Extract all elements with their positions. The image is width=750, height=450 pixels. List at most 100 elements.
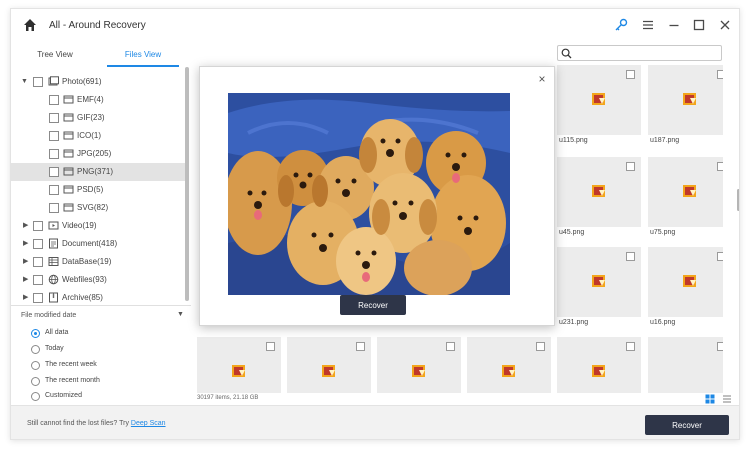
- expand-right-icon[interactable]: ▶: [23, 222, 31, 230]
- tree-item-database[interactable]: ▶ DataBase(19): [11, 253, 187, 271]
- file-thumbnail[interactable]: [287, 337, 371, 393]
- maximize-icon[interactable]: [691, 17, 707, 33]
- expand-right-icon[interactable]: ▶: [23, 258, 31, 266]
- tree-scrollbar[interactable]: [185, 67, 189, 301]
- file-thumbnail[interactable]: [648, 337, 723, 393]
- checkbox[interactable]: [356, 342, 365, 351]
- tree-item-video[interactable]: ▶ Video(19): [11, 217, 187, 235]
- file-thumbnail[interactable]: [648, 65, 723, 135]
- checkbox[interactable]: [49, 113, 59, 123]
- deep-scan-link[interactable]: Deep Scan: [131, 420, 166, 427]
- file-thumbnail[interactable]: [377, 337, 461, 393]
- expand-right-icon[interactable]: ▶: [23, 276, 31, 284]
- file-tile[interactable]: u231.png: [557, 247, 641, 331]
- tree-item-jpg[interactable]: JPG(205): [11, 145, 187, 163]
- close-icon[interactable]: ×: [536, 73, 548, 85]
- radio-button[interactable]: [31, 361, 40, 370]
- file-thumbnail[interactable]: [467, 337, 551, 393]
- checkbox[interactable]: [626, 252, 635, 261]
- tree-item-svg[interactable]: SVG(82): [11, 199, 187, 217]
- search-icon: [561, 48, 572, 59]
- file-thumbnail[interactable]: [557, 65, 641, 135]
- checkbox[interactable]: [49, 203, 59, 213]
- file-thumbnail[interactable]: [648, 157, 723, 227]
- checkbox[interactable]: [49, 185, 59, 195]
- expand-down-icon[interactable]: ▼: [21, 78, 29, 86]
- file-name: u115.png: [559, 137, 588, 144]
- file-thumbnail[interactable]: [557, 157, 641, 227]
- close-icon[interactable]: [717, 17, 733, 33]
- file-tile[interactable]: u187.png: [648, 65, 723, 149]
- checkbox[interactable]: [49, 95, 59, 105]
- checkbox[interactable]: [266, 342, 275, 351]
- home-icon[interactable]: [23, 18, 37, 32]
- file-thumbnail[interactable]: [557, 337, 641, 393]
- radio-button[interactable]: [31, 392, 40, 401]
- checkbox[interactable]: [626, 162, 635, 171]
- tree-item-document[interactable]: ▶ Document(418): [11, 235, 187, 253]
- checkbox[interactable]: [717, 70, 723, 79]
- file-tile[interactable]: [287, 337, 371, 393]
- radio-button[interactable]: [31, 329, 40, 338]
- file-thumbnail[interactable]: [557, 247, 641, 317]
- checkbox[interactable]: [49, 131, 59, 141]
- checkbox[interactable]: [626, 70, 635, 79]
- checkbox[interactable]: [33, 257, 43, 267]
- checkbox[interactable]: [33, 275, 43, 285]
- file-thumbnail[interactable]: [648, 247, 723, 317]
- tree-item-gif[interactable]: GIF(23): [11, 109, 187, 127]
- grid-scrollbar[interactable]: [737, 189, 739, 211]
- checkbox[interactable]: [717, 162, 723, 171]
- checkbox[interactable]: [49, 149, 59, 159]
- file-tile[interactable]: u115.png: [557, 65, 641, 149]
- filter-option-recent-month[interactable]: The recent month: [31, 376, 171, 390]
- tree-item-archive[interactable]: ▶ Archive(85): [11, 289, 187, 305]
- file-tile[interactable]: [197, 337, 281, 393]
- filter-option-recent-week[interactable]: The recent week: [31, 360, 171, 374]
- checkbox[interactable]: [446, 342, 455, 351]
- tree-item-ico[interactable]: ICO(1): [11, 127, 187, 145]
- checkbox[interactable]: [626, 342, 635, 351]
- preview-image: [228, 93, 510, 295]
- filter-option-all-data[interactable]: All data: [31, 328, 171, 342]
- file-tile[interactable]: u75.png: [648, 157, 723, 241]
- checkbox[interactable]: [717, 342, 723, 351]
- expand-right-icon[interactable]: ▶: [23, 294, 31, 302]
- tree-item-emf[interactable]: EMF(4): [11, 91, 187, 109]
- minimize-icon[interactable]: [666, 17, 682, 33]
- file-tile[interactable]: u45.png: [557, 157, 641, 241]
- tree-item-photo[interactable]: ▼ Photo(691): [11, 73, 187, 91]
- file-tile[interactable]: [557, 337, 641, 393]
- checkbox[interactable]: [33, 239, 43, 249]
- file-tile[interactable]: u16.png: [648, 247, 723, 331]
- file-tile[interactable]: [467, 337, 551, 393]
- key-icon[interactable]: [613, 17, 629, 33]
- filter-option-customized[interactable]: Customized: [31, 391, 171, 405]
- checkbox[interactable]: [33, 293, 43, 303]
- search-box[interactable]: [557, 45, 722, 61]
- checkbox[interactable]: [33, 221, 43, 231]
- menu-icon[interactable]: [640, 17, 656, 33]
- file-tile[interactable]: [648, 337, 723, 393]
- list-view-icon[interactable]: [722, 394, 732, 404]
- radio-button[interactable]: [31, 345, 40, 354]
- preview-recover-button[interactable]: Recover: [340, 295, 406, 315]
- checkbox[interactable]: [49, 167, 59, 177]
- file-tile[interactable]: [377, 337, 461, 393]
- chevron-down-icon[interactable]: ▼: [177, 311, 184, 318]
- expand-right-icon[interactable]: ▶: [23, 240, 31, 248]
- checkbox[interactable]: [536, 342, 545, 351]
- checkbox[interactable]: [33, 77, 43, 87]
- filter-option-today[interactable]: Today: [31, 344, 171, 358]
- tree-item-png[interactable]: PNG(371): [11, 163, 187, 181]
- recover-button[interactable]: Recover: [645, 415, 729, 435]
- file-thumbnail[interactable]: [197, 337, 281, 393]
- tree-item-webfiles[interactable]: ▶ Webfiles(93): [11, 271, 187, 289]
- checkbox[interactable]: [717, 252, 723, 261]
- search-input[interactable]: [574, 46, 719, 60]
- grid-view-icon[interactable]: [705, 394, 715, 404]
- radio-button[interactable]: [31, 377, 40, 386]
- tree-item-psd[interactable]: PSD(5): [11, 181, 187, 199]
- tab-tree-view[interactable]: Tree View: [19, 45, 91, 67]
- tab-files-view[interactable]: Files View: [107, 45, 179, 67]
